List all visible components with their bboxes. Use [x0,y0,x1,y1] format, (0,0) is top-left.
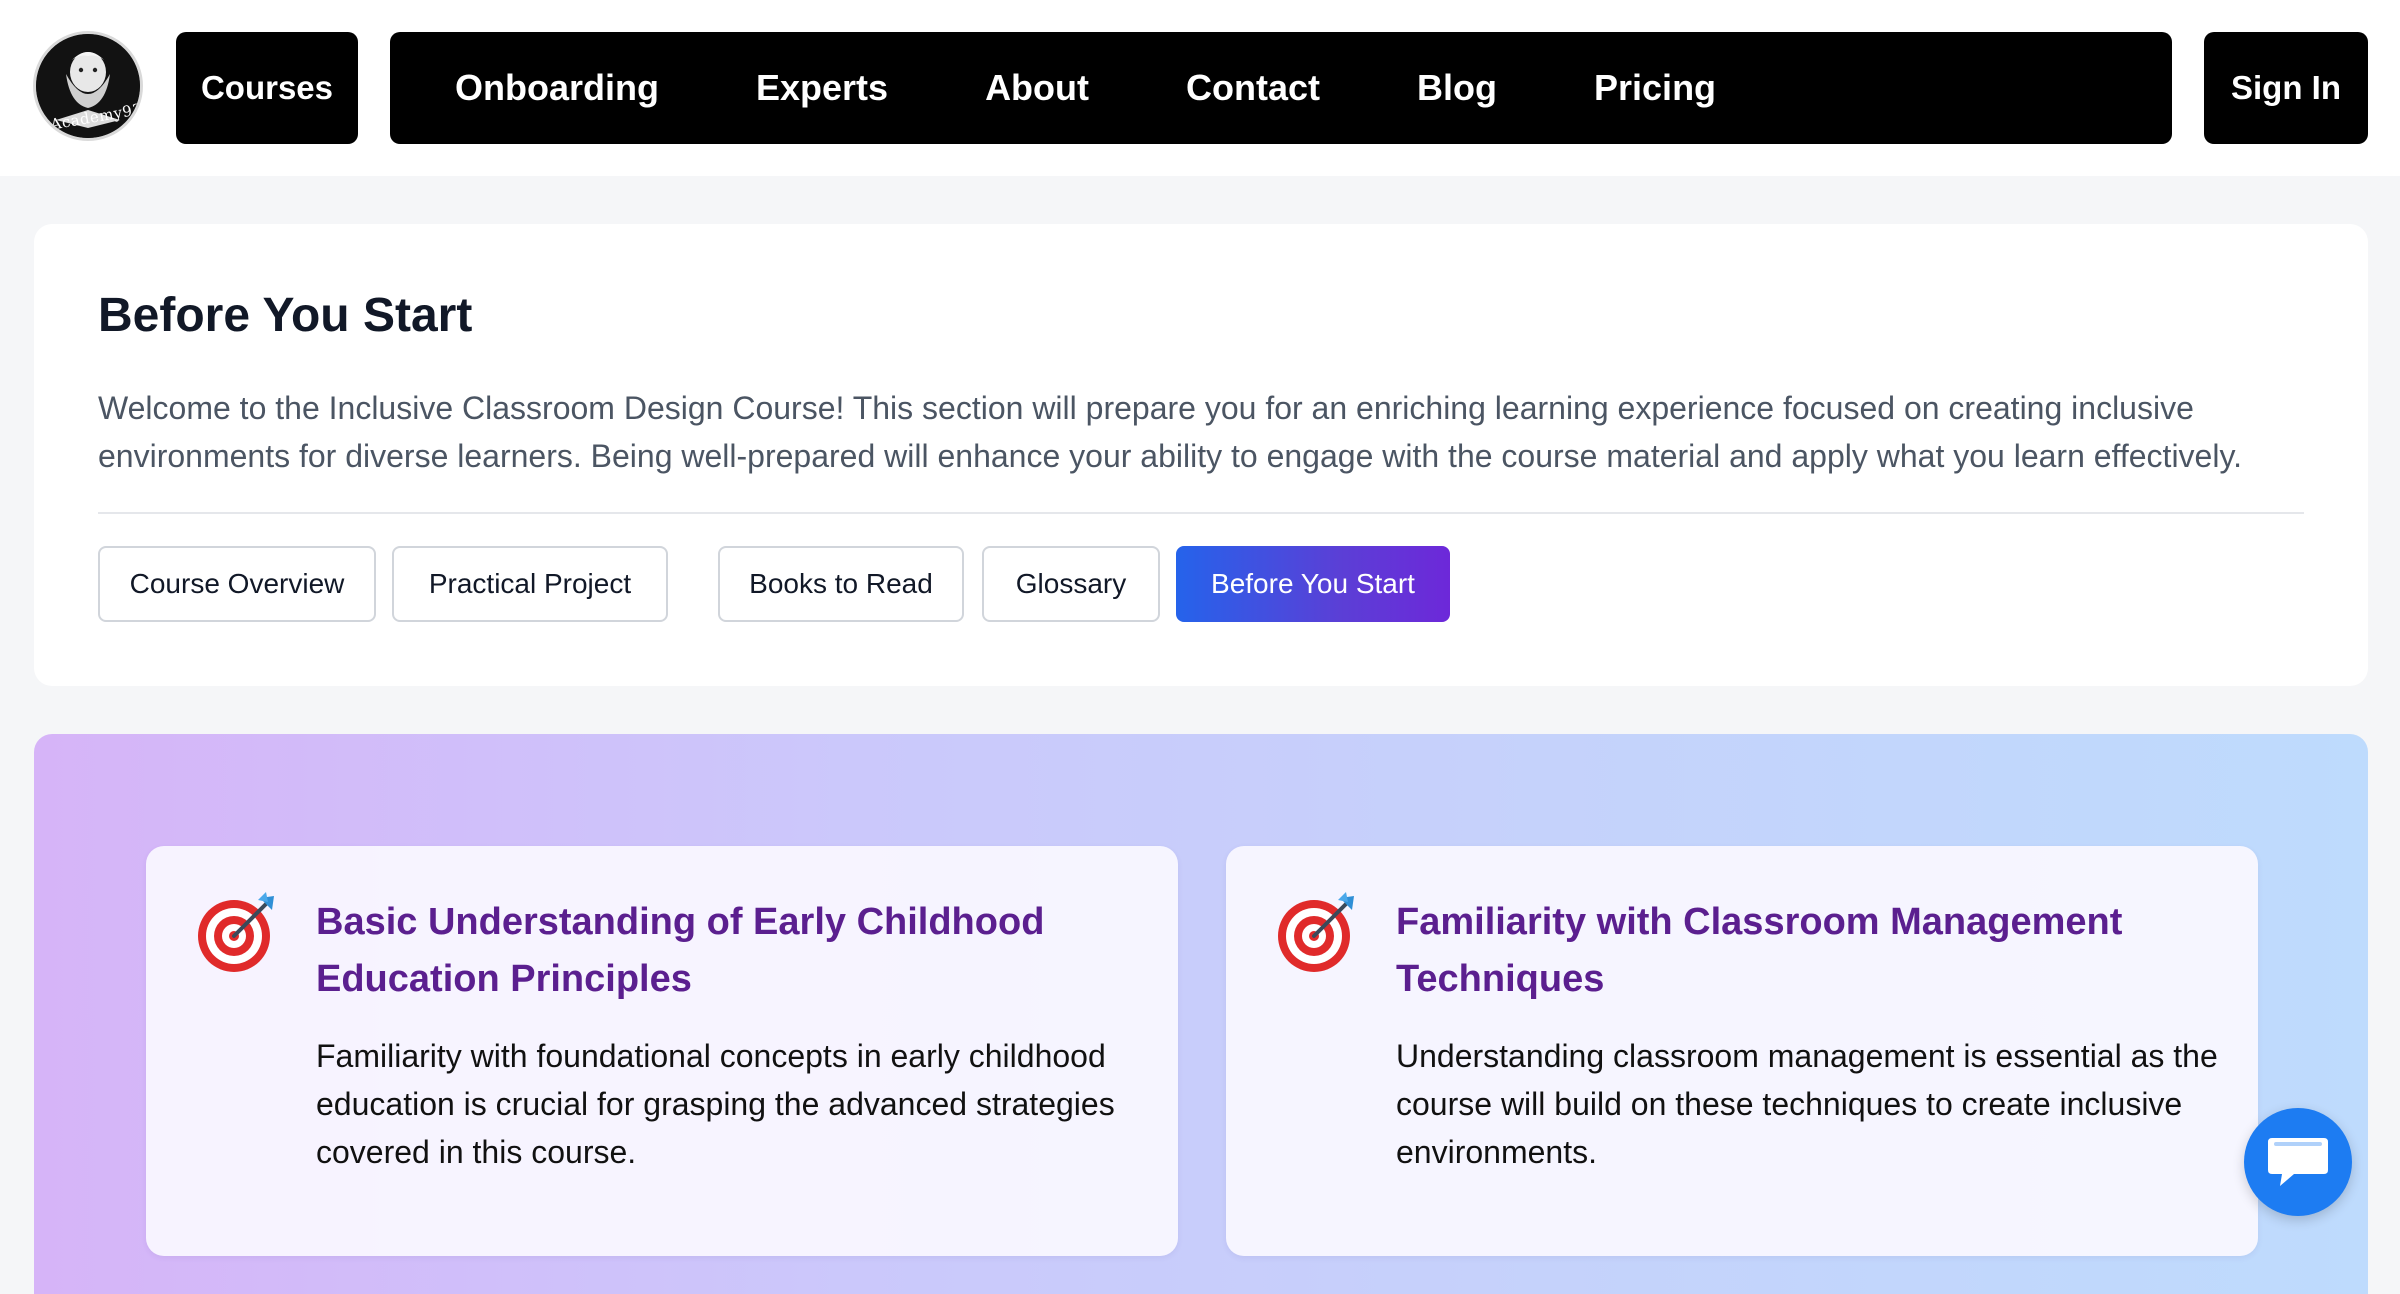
nav-link-blog[interactable]: Blog [1417,67,1497,109]
requirement-card: Basic Understanding of Early Childhood E… [146,846,1178,1256]
tab-before-you-start[interactable]: Before You Start [1176,546,1450,622]
divider [98,512,2304,514]
page-title: Before You Start [98,289,473,342]
tab-course-overview[interactable]: Course Overview [98,546,376,622]
requirement-card: Familiarity with Classroom Management Te… [1226,846,2258,1256]
tab-books-to-read[interactable]: Books to Read [718,546,964,622]
tab-practical-project[interactable]: Practical Project [392,546,668,622]
sign-in-button[interactable]: Sign In [2204,32,2368,144]
courses-button[interactable]: Courses [176,32,358,144]
academy-logo[interactable]: Academy93 [33,31,143,141]
top-navigation-bar: Academy93 Courses Onboarding Experts Abo… [0,0,2400,176]
nav-link-experts[interactable]: Experts [756,67,888,109]
nav-link-onboarding[interactable]: Onboarding [455,67,659,109]
chat-button[interactable] [2244,1108,2352,1216]
requirement-text: Understanding classroom management is es… [1396,1038,2218,1170]
target-icon [1278,892,1354,972]
main-nav: Onboarding Experts About Contact Blog Pr… [390,32,2172,144]
nav-link-pricing[interactable]: Pricing [1594,67,1716,109]
nav-link-contact[interactable]: Contact [1186,67,1320,109]
requirements-section: Basic Understanding of Early Childhood E… [34,734,2368,1294]
tab-glossary[interactable]: Glossary [982,546,1160,622]
intro-description: Welcome to the Inclusive Classroom Desig… [98,390,2242,474]
target-icon [198,892,274,972]
requirement-title: Basic Understanding of Early Childhood E… [316,901,1045,1000]
requirement-text: Familiarity with foundational concepts i… [316,1038,1115,1170]
nav-link-about[interactable]: About [985,67,1089,109]
before-you-start-card: Before You Start Welcome to the Inclusiv… [34,224,2368,686]
chat-bubble-icon [2268,1138,2328,1186]
requirement-title: Familiarity with Classroom Management Te… [1396,901,2123,1000]
